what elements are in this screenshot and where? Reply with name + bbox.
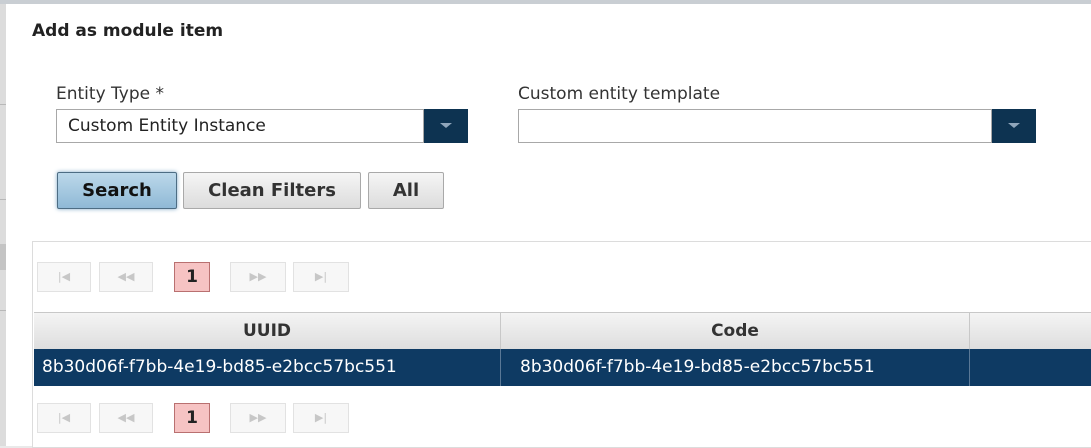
first-page-icon[interactable]: |◀ [37,403,91,433]
last-page-icon[interactable]: ▶| [293,403,349,433]
custom-template-label: Custom entity template [518,84,721,104]
entity-type-select[interactable]: Custom Entity Instance [56,109,468,143]
previous-page-icon[interactable]: ◀◀ [99,403,153,433]
paginator-bottom: |◀ ◀◀ 1 ▶▶ ▶| [37,403,357,435]
clean-filters-button[interactable]: Clean Filters [183,172,361,209]
page-1-button[interactable]: 1 [174,262,210,292]
cell-code: 8b30d06f-f7bb-4e19-bd85-e2bcc57bc551 [501,349,970,386]
page-1-button[interactable]: 1 [174,403,210,433]
column-header-extra[interactable] [970,313,1091,349]
dialog-title: Add as module item [32,21,224,41]
last-page-icon[interactable]: ▶| [293,262,349,292]
entity-type-value: Custom Entity Instance [68,116,266,136]
add-module-item-dialog: Add as module item Entity Type * Custom … [6,4,1091,448]
chevron-down-icon [1008,123,1020,128]
column-header-code[interactable]: Code [501,313,970,349]
table-row[interactable]: 8b30d06f-f7bb-4e19-bd85-e2bcc57bc551 8b3… [34,349,1091,386]
column-header-uuid[interactable]: UUID [34,313,501,349]
paginator-top: |◀ ◀◀ 1 ▶▶ ▶| [37,262,357,294]
custom-template-dropdown-button[interactable] [991,109,1036,143]
previous-page-icon[interactable]: ◀◀ [99,262,153,292]
next-page-icon[interactable]: ▶▶ [230,262,286,292]
entity-type-dropdown-button[interactable] [423,109,468,143]
first-page-icon[interactable]: |◀ [37,262,91,292]
results-panel: |◀ ◀◀ 1 ▶▶ ▶| UUID Code 8b30d06f-f7bb-4e… [32,241,1091,448]
entity-type-label: Entity Type * [56,84,164,104]
table-header: UUID Code [34,312,1091,350]
next-page-icon[interactable]: ▶▶ [230,403,286,433]
chevron-down-icon [440,123,452,128]
cell-uuid: 8b30d06f-f7bb-4e19-bd85-e2bcc57bc551 [34,349,501,386]
cell-extra [970,349,1091,386]
all-button[interactable]: All [368,172,444,209]
search-button[interactable]: Search [57,172,177,209]
custom-template-select[interactable] [518,109,1036,143]
